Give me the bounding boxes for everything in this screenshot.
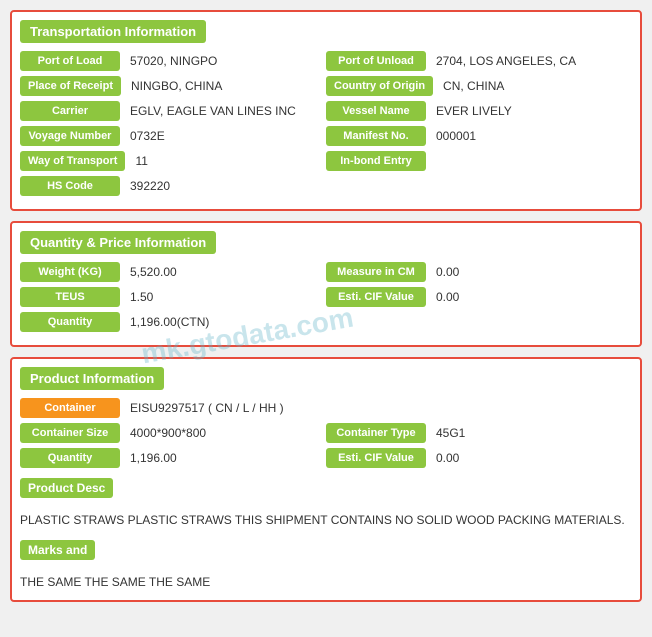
- product-field-group-right-0: Container Type 45G1: [326, 423, 632, 443]
- transport-field-group-right-0: Port of Unload 2704, LOS ANGELES, CA: [326, 51, 632, 71]
- container-value: EISU9297517 ( CN / L / HH ): [125, 399, 289, 417]
- quantity-header: Quantity & Price Information: [20, 231, 216, 254]
- marks-header: Marks and: [20, 540, 95, 560]
- transport-field-group-left-4: Way of Transport 11: [20, 151, 326, 171]
- esti-cif-value-label-qty: Esti. CIF Value: [326, 287, 426, 307]
- transportation-header: Transportation Information: [20, 20, 206, 43]
- transport-row-1: Place of Receipt NINGBO, CHINA Country o…: [20, 76, 632, 96]
- port-of-load-label: Port of Load: [20, 51, 120, 71]
- marks-value: THE SAME THE SAME THE SAME: [20, 572, 632, 592]
- product-header: Product Information: [20, 367, 164, 390]
- place-of-receipt-label: Place of Receipt: [20, 76, 121, 96]
- product-desc-header: Product Desc: [20, 478, 113, 498]
- transport-row-0: Port of Load 57020, NINGPO Port of Unloa…: [20, 51, 632, 71]
- quantity-field-group-right-1: Esti. CIF Value 0.00: [326, 287, 632, 307]
- esti-cif-value-label-prod: Esti. CIF Value: [326, 448, 426, 468]
- weight-value: 5,520.00: [125, 263, 182, 281]
- product-desc-value: PLASTIC STRAWS PLASTIC STRAWS THIS SHIPM…: [20, 510, 632, 530]
- quantity-row-0: Weight (KG) 5,520.00 Measure in CM 0.00: [20, 262, 632, 282]
- transport-field-group-left-1: Place of Receipt NINGBO, CHINA: [20, 76, 326, 96]
- hs-code-value: 392220: [125, 177, 175, 195]
- quantity-row-2: Quantity 1,196.00(CTN): [20, 312, 632, 332]
- quantity-section: Quantity & Price Information Weight (KG)…: [10, 221, 642, 347]
- port-of-unload-value: 2704, LOS ANGELES, CA: [431, 52, 581, 70]
- quantity-field-group-right-0: Measure in CM 0.00: [326, 262, 632, 282]
- transport-row-3: Voyage Number 0732E Manifest No. 000001: [20, 126, 632, 146]
- transport-field-group-left-3: Voyage Number 0732E: [20, 126, 326, 146]
- transport-field-group-left-2: Carrier EGLV, EAGLE VAN LINES INC: [20, 101, 326, 121]
- vessel-name-value: EVER LIVELY: [431, 102, 517, 120]
- product-row-1: Quantity 1,196.00 Esti. CIF Value 0.00: [20, 448, 632, 468]
- in-bond-entry-label: In-bond Entry: [326, 151, 426, 171]
- transportation-section: Transportation Information Port of Load …: [10, 10, 642, 211]
- country-of-origin-label: Country of Origin: [326, 76, 433, 96]
- voyage-number-value: 0732E: [125, 127, 170, 145]
- transport-field-group-left-5: HS Code 392220: [20, 176, 326, 196]
- port-of-load-value: 57020, NINGPO: [125, 52, 222, 70]
- quantity-label: Quantity: [20, 312, 120, 332]
- way-of-transport-label: Way of Transport: [20, 151, 125, 171]
- voyage-number-label: Voyage Number: [20, 126, 120, 146]
- teus-label: TEUS: [20, 287, 120, 307]
- measure-in-cm-value: 0.00: [431, 263, 464, 281]
- container-label: Container: [20, 398, 120, 418]
- esti-cif-value-qty: 0.00: [431, 288, 464, 306]
- carrier-value: EGLV, EAGLE VAN LINES INC: [125, 102, 301, 120]
- product-field-group-left-1: Quantity 1,196.00: [20, 448, 326, 468]
- measure-in-cm-label: Measure in CM: [326, 262, 426, 282]
- quantity-field-group-left-2: Quantity 1,196.00(CTN): [20, 312, 326, 332]
- product-quantity-label: Quantity: [20, 448, 120, 468]
- product-section: Product Information Container EISU929751…: [10, 357, 642, 602]
- transport-row-4: Way of Transport 11 In-bond Entry: [20, 151, 632, 171]
- way-of-transport-value: 11: [130, 152, 152, 170]
- vessel-name-label: Vessel Name: [326, 101, 426, 121]
- transport-field-group-right-2: Vessel Name EVER LIVELY: [326, 101, 632, 121]
- port-of-unload-label: Port of Unload: [326, 51, 426, 71]
- container-type-label: Container Type: [326, 423, 426, 443]
- container-field-group: Container EISU9297517 ( CN / L / HH ): [20, 398, 632, 418]
- container-size-label: Container Size: [20, 423, 120, 443]
- transport-field-group-right-4: In-bond Entry: [326, 151, 632, 171]
- product-desc-section: Product Desc PLASTIC STRAWS PLASTIC STRA…: [20, 473, 632, 535]
- container-size-value: 4000*900*800: [125, 424, 211, 442]
- teus-value: 1.50: [125, 288, 158, 306]
- quantity-row-1: TEUS 1.50 Esti. CIF Value 0.00: [20, 287, 632, 307]
- carrier-label: Carrier: [20, 101, 120, 121]
- transport-row-2: Carrier EGLV, EAGLE VAN LINES INC Vessel…: [20, 101, 632, 121]
- marks-section: Marks and THE SAME THE SAME THE SAME: [20, 540, 632, 592]
- quantity-field-group-left-0: Weight (KG) 5,520.00: [20, 262, 326, 282]
- place-of-receipt-value: NINGBO, CHINA: [126, 77, 227, 95]
- quantity-value: 1,196.00(CTN): [125, 313, 214, 331]
- country-of-origin-value: CN, CHINA: [438, 77, 509, 95]
- container-row: Container EISU9297517 ( CN / L / HH ): [20, 398, 632, 418]
- manifest-no-label: Manifest No.: [326, 126, 426, 146]
- transport-row-5: HS Code 392220: [20, 176, 632, 196]
- transport-field-group-left-0: Port of Load 57020, NINGPO: [20, 51, 326, 71]
- transport-field-group-right-3: Manifest No. 000001: [326, 126, 632, 146]
- container-type-value: 45G1: [431, 424, 470, 442]
- hs-code-label: HS Code: [20, 176, 120, 196]
- product-quantity-value: 1,196.00: [125, 449, 182, 467]
- product-field-group-right-1: Esti. CIF Value 0.00: [326, 448, 632, 468]
- weight-label: Weight (KG): [20, 262, 120, 282]
- in-bond-entry-value: [431, 159, 441, 163]
- manifest-no-value: 000001: [431, 127, 481, 145]
- transport-field-group-right-1: Country of Origin CN, CHINA: [326, 76, 632, 96]
- esti-cif-value-prod: 0.00: [431, 449, 464, 467]
- product-row-0: Container Size 4000*900*800 Container Ty…: [20, 423, 632, 443]
- product-field-group-left-0: Container Size 4000*900*800: [20, 423, 326, 443]
- quantity-field-group-left-1: TEUS 1.50: [20, 287, 326, 307]
